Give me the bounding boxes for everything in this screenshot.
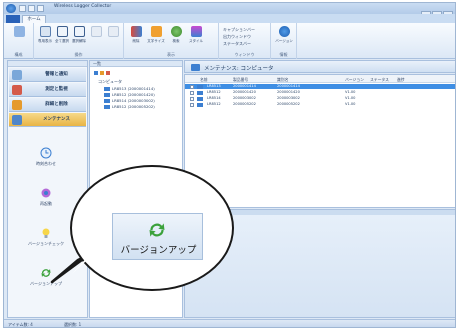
select-all-button[interactable]: 全て選択	[54, 26, 70, 50]
nav-detail[interactable]: 詳細と削除	[9, 98, 86, 112]
logger-icon	[197, 97, 203, 101]
logger-icon	[104, 99, 110, 103]
disabled-button-1	[88, 26, 104, 50]
quick-access-toolbar	[6, 4, 50, 13]
version-up-zoom-button[interactable]: バージョンアップ	[112, 213, 203, 260]
deselect-button[interactable]: 選択解除	[71, 26, 87, 50]
ribbon-group-operation: 専用表示 全て選択 選択解除 操作	[34, 23, 124, 59]
group-icon	[14, 26, 25, 37]
monitor-icon	[12, 85, 22, 95]
tree-toolbar[interactable]	[94, 70, 114, 76]
logger-icon	[197, 85, 203, 89]
ribbon-group-config: 構成	[4, 23, 34, 59]
version-up-zoom-label: バージョンアップ	[120, 245, 197, 256]
table-row[interactable]: LR8513 2000001414 2000001414	[185, 84, 455, 89]
output-window-check[interactable]: 出力ウィンドウ	[223, 34, 251, 40]
screenshot-frame: Wireless Logger Collector ホーム 構成 専用表示 全て…	[0, 0, 460, 331]
table-row[interactable]: LR8512 2000005202 2000005202 V1.00	[185, 102, 455, 107]
disabled-icon	[91, 26, 102, 37]
caption-bar-check[interactable]: キャプションバー	[223, 27, 255, 33]
logger-icon	[104, 105, 110, 109]
qat-redo-icon[interactable]	[37, 5, 44, 12]
tree-item[interactable]: LR8514 (2000003002)	[104, 98, 155, 103]
logger-icon	[104, 87, 110, 91]
tree-item[interactable]: LR8513 (2000001414)	[104, 86, 155, 91]
deselect-icon	[74, 26, 85, 37]
main-header: メンテナンス: コンピュータ	[184, 60, 455, 73]
logger-icon	[104, 93, 110, 97]
restart-icon	[41, 188, 51, 198]
sidebar-header	[8, 61, 87, 67]
delete-icon	[131, 26, 142, 37]
clock-icon	[40, 147, 52, 159]
disabled-icon	[108, 26, 119, 37]
restart-tool[interactable]: 再起動	[38, 187, 54, 206]
tree-root[interactable]: コンピュータ	[98, 79, 122, 85]
font-size-icon	[151, 26, 162, 37]
ribbon-tabs: ホーム	[4, 14, 455, 23]
tree-item[interactable]: LR8512 (2000005202)	[104, 104, 155, 109]
version-check-icon	[42, 228, 50, 238]
version-check-tool[interactable]: バージョンチェック	[28, 227, 64, 246]
version-button[interactable]: バージョン	[275, 26, 293, 50]
status-bar-check[interactable]: ステータスバー	[223, 41, 251, 47]
row-checkbox[interactable]	[190, 85, 194, 89]
computer-icon	[191, 64, 200, 71]
callout-tail-cover	[72, 250, 98, 274]
search-button[interactable]: 検索	[168, 26, 184, 50]
page-title: メンテナンス: コンピュータ	[204, 66, 274, 72]
nav-alarm[interactable]: 警報と通知	[9, 68, 86, 82]
info-icon	[279, 26, 290, 37]
status-bar: アイテム数: 4 選択数: 1	[4, 319, 455, 327]
font-size-button[interactable]: 文字サイズ	[147, 26, 165, 50]
delete-button[interactable]: 削除	[128, 26, 144, 50]
table-row[interactable]: LR8514 2000003002 2000003002 V1.00	[185, 96, 455, 101]
selection-count: 選択数: 1	[64, 322, 82, 327]
row-checkbox[interactable]	[190, 103, 194, 107]
logger-icon	[197, 103, 203, 107]
style-icon	[191, 26, 202, 37]
table-header: 名前 製品番号 識別名 バージョン ステータス 進捗	[185, 75, 455, 83]
style-button[interactable]: スタイル	[188, 26, 204, 50]
select-all-icon	[57, 26, 68, 37]
version-up-icon	[149, 223, 165, 237]
logger-icon	[197, 91, 203, 95]
tab-home[interactable]: ホーム	[22, 15, 46, 23]
qat-save-icon[interactable]	[19, 5, 26, 12]
ribbon-group-window: キャプションバー 出力ウィンドウ ステータスバー ウィンドウ	[219, 23, 271, 59]
disabled-button-2	[105, 26, 121, 50]
device-table: 名前 製品番号 識別名 バージョン ステータス 進捗 LR8513 200000…	[184, 74, 455, 208]
qat-undo-icon[interactable]	[28, 5, 35, 12]
row-checkbox[interactable]	[190, 91, 194, 95]
table-row[interactable]: LR8512 2000001420 2000001420 V1.00	[185, 90, 455, 95]
search-icon	[171, 26, 182, 37]
tree-item[interactable]: LR8512 (2000001420)	[104, 92, 155, 97]
window-controls	[420, 4, 453, 19]
alarm-icon	[12, 70, 22, 80]
dedicated-view-button[interactable]: 専用表示	[37, 26, 53, 50]
tree-header: 一覧	[90, 61, 182, 67]
row-checkbox[interactable]	[190, 97, 194, 101]
ribbon: 構成 専用表示 全て選択 選択解除 操作 削除 文字サイズ 検索 スタイル 表示…	[4, 23, 455, 59]
nav-maintenance[interactable]: メンテナンス	[9, 113, 86, 127]
clock-sync-tool[interactable]: 時刻合わせ	[36, 147, 56, 166]
nav-monitor[interactable]: 測定と監視	[9, 83, 86, 97]
ribbon-group-info: バージョン 情報	[271, 23, 297, 59]
dedicated-view-icon	[40, 26, 51, 37]
item-count: アイテム数: 4	[8, 322, 33, 327]
ribbon-group-view: 削除 文字サイズ 検索 スタイル 表示	[124, 23, 219, 59]
app-menu-icon[interactable]	[6, 4, 16, 13]
maintenance-icon	[12, 115, 22, 125]
file-tab[interactable]	[6, 15, 20, 23]
detail-icon	[12, 100, 22, 110]
group-button[interactable]	[11, 26, 27, 50]
title-bar: Wireless Logger Collector	[4, 3, 455, 19]
window-title: Wireless Logger Collector	[54, 4, 112, 9]
